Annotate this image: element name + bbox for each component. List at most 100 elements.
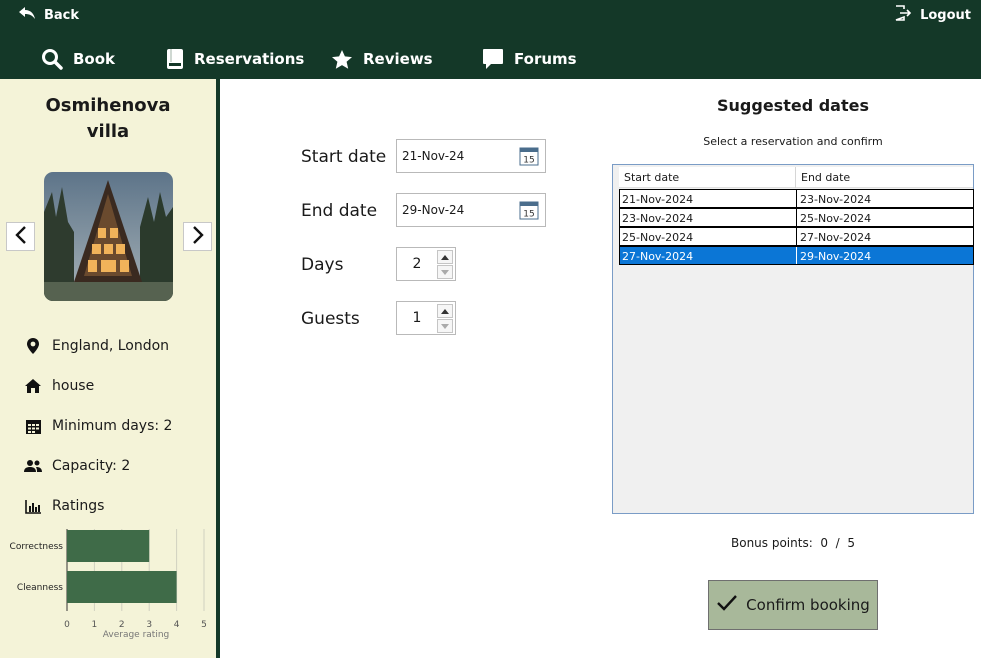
days-stepper[interactable]: 2 bbox=[396, 247, 456, 281]
capacity-text: Capacity: 2 bbox=[52, 458, 131, 474]
house-icon bbox=[24, 377, 42, 395]
chart-tick-label: 5 bbox=[201, 620, 207, 630]
row-start-date: 23-Nov-2024 bbox=[622, 212, 694, 225]
nav-reviews-label: Reviews bbox=[363, 50, 433, 68]
people-icon bbox=[24, 457, 42, 475]
accommodation-name-line2: villa bbox=[86, 121, 130, 142]
chart-bar bbox=[67, 530, 150, 562]
row-end-date: 25-Nov-2024 bbox=[800, 212, 872, 225]
calendar-icon[interactable]: 15 bbox=[519, 146, 539, 170]
chart-tick-label: 3 bbox=[146, 620, 152, 630]
nav-book[interactable]: Book bbox=[41, 46, 115, 72]
svg-text:15: 15 bbox=[523, 210, 534, 220]
nav-reservations[interactable]: Reservations bbox=[166, 46, 304, 72]
svg-text:15: 15 bbox=[523, 156, 534, 166]
chat-icon bbox=[482, 48, 504, 70]
column-header-end[interactable]: End date bbox=[801, 171, 850, 184]
chart-tick-label: 4 bbox=[174, 620, 180, 630]
column-header-start[interactable]: Start date bbox=[624, 171, 679, 184]
days-value: 2 bbox=[412, 256, 422, 272]
suggested-dates-title: Suggested dates bbox=[717, 96, 869, 115]
ratings-row: Ratings bbox=[24, 495, 104, 517]
book-icon bbox=[166, 48, 184, 70]
star-icon bbox=[331, 49, 353, 70]
guests-decrement-button[interactable] bbox=[437, 319, 453, 333]
accommodation-sidebar: Osmihenova villa England, London house M… bbox=[0, 79, 216, 658]
bonus-points-separator: / bbox=[835, 536, 840, 550]
row-start-date: 21-Nov-2024 bbox=[622, 193, 694, 206]
caret-up-icon bbox=[441, 308, 449, 314]
logout-icon bbox=[895, 5, 912, 25]
accommodation-name: Osmihenova villa bbox=[0, 93, 216, 145]
days-increment-button[interactable] bbox=[437, 250, 453, 264]
back-label: Back bbox=[44, 7, 80, 23]
guests-label: Guests bbox=[301, 309, 360, 329]
calendar-icon bbox=[24, 417, 42, 435]
start-date-value: 21-Nov-24 bbox=[402, 149, 465, 163]
days-decrement-button[interactable] bbox=[437, 265, 453, 279]
bonus-points-max: 5 bbox=[847, 536, 855, 550]
confirm-booking-label: Confirm booking bbox=[746, 596, 870, 614]
chart-tick-label: 1 bbox=[92, 620, 98, 630]
days-label: Days bbox=[301, 255, 344, 275]
checkmark-icon bbox=[716, 594, 738, 616]
cell-separator bbox=[796, 190, 797, 207]
nav-reservations-label: Reservations bbox=[194, 50, 305, 68]
nav-forums[interactable]: Forums bbox=[482, 46, 577, 72]
suggested-dates-subtitle: Select a reservation and confirm bbox=[703, 135, 883, 148]
end-date-picker[interactable]: 29-Nov-24 15 bbox=[396, 193, 546, 227]
chevron-left-icon bbox=[14, 225, 28, 249]
min-days-text: Minimum days: 2 bbox=[52, 418, 173, 434]
end-date-value: 29-Nov-24 bbox=[402, 203, 465, 217]
nav-reviews[interactable]: Reviews bbox=[331, 46, 433, 72]
capacity-row: Capacity: 2 bbox=[24, 455, 130, 477]
logout-button[interactable]: Logout bbox=[895, 5, 971, 25]
guests-increment-button[interactable] bbox=[437, 304, 453, 318]
table-row[interactable]: 21-Nov-2024 23-Nov-2024 bbox=[619, 189, 974, 208]
bar-chart-icon bbox=[24, 497, 42, 515]
back-arrow-icon bbox=[18, 6, 36, 24]
top-bar: Back Logout Book Reservations Reviews Fo… bbox=[0, 0, 981, 79]
cell-separator bbox=[796, 209, 797, 226]
previous-image-button[interactable] bbox=[6, 222, 35, 251]
chart-bar bbox=[67, 571, 177, 603]
chart-category-label: Correctness bbox=[10, 542, 64, 552]
table-row[interactable]: 25-Nov-2024 27-Nov-2024 bbox=[619, 227, 974, 246]
column-separator bbox=[795, 167, 796, 188]
cell-separator bbox=[796, 228, 797, 245]
ratings-label: Ratings bbox=[52, 498, 105, 514]
start-date-picker[interactable]: 21-Nov-24 15 bbox=[396, 139, 546, 173]
row-start-date: 27-Nov-2024 bbox=[622, 250, 694, 263]
nav-book-label: Book bbox=[73, 50, 116, 68]
chart-category-label: Cleanness bbox=[17, 583, 63, 593]
type-text: house bbox=[52, 378, 95, 394]
guests-value: 1 bbox=[412, 310, 422, 326]
next-image-button[interactable] bbox=[183, 222, 212, 251]
table-row[interactable]: 23-Nov-2024 25-Nov-2024 bbox=[619, 208, 974, 227]
bonus-points: Bonus points: 0 / 5 bbox=[612, 536, 974, 550]
confirm-booking-button[interactable]: Confirm booking bbox=[708, 580, 878, 630]
row-end-date: 23-Nov-2024 bbox=[800, 193, 872, 206]
chevron-right-icon bbox=[191, 225, 205, 249]
bonus-points-value: 0 bbox=[820, 536, 829, 550]
calendar-icon[interactable]: 15 bbox=[519, 200, 539, 224]
accommodation-name-line1: Osmihenova bbox=[45, 95, 171, 116]
table-header: Start date End date bbox=[619, 167, 973, 188]
ratings-chart: Correctness Cleanness 0 1 2 3 4 5 Average rating bbox=[10, 529, 207, 640]
location-row: England, London bbox=[24, 335, 169, 357]
chart-tick-label: 0 bbox=[64, 620, 70, 630]
min-days-row: Minimum days: 2 bbox=[24, 415, 172, 437]
bonus-points-label: Bonus points: bbox=[731, 536, 813, 550]
row-end-date: 27-Nov-2024 bbox=[800, 231, 872, 244]
sidebar-divider bbox=[216, 79, 220, 658]
chart-axis-label: Average rating bbox=[103, 630, 169, 640]
nav-forums-label: Forums bbox=[514, 50, 577, 68]
logout-label: Logout bbox=[920, 7, 971, 23]
suggested-dates-table[interactable]: Start date End date 21-Nov-2024 23-Nov-2… bbox=[612, 164, 974, 514]
chart-tick-label: 2 bbox=[119, 620, 125, 630]
caret-down-icon bbox=[441, 269, 449, 275]
back-button[interactable]: Back bbox=[18, 6, 79, 24]
guests-stepper[interactable]: 1 bbox=[396, 301, 456, 335]
table-row-selected[interactable]: 27-Nov-2024 29-Nov-2024 bbox=[619, 246, 974, 265]
cell-separator bbox=[796, 247, 797, 264]
